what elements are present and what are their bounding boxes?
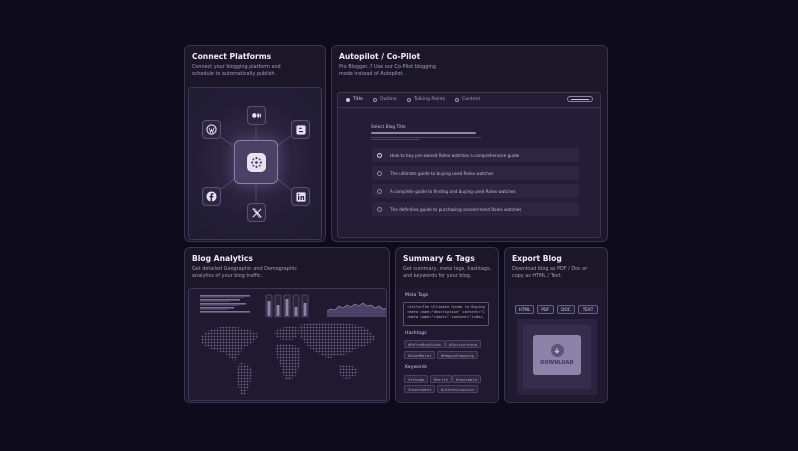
card-description: Download blog as PDF / Doc or copy as HT…	[512, 266, 588, 279]
download-icon	[550, 344, 564, 357]
analytics-panel	[188, 288, 387, 401]
radio-icon	[377, 170, 382, 176]
meta-tags-code[interactable]: <title>The Ultimate Guide to Buying <met…	[403, 302, 489, 326]
card-title: Autopilot / Co-Pilot	[339, 52, 421, 61]
hashtags-label: Hashtags	[405, 331, 427, 336]
format-text-button[interactable]: TEXT	[578, 305, 598, 314]
format-html-button[interactable]: HTML	[515, 305, 534, 314]
tab-dot-icon	[455, 97, 459, 102]
keywords-label: Keywords	[405, 365, 428, 370]
keyword-chip[interactable]: Investment	[404, 385, 436, 393]
medium-icon[interactable]	[247, 106, 266, 125]
autopilot-card: Autopilot / Co-Pilot Pro Blogger..? Use …	[331, 45, 608, 242]
hashtag-chip[interactable]: #UsedRolex	[404, 351, 436, 359]
meta-tags-label: Meta Tags	[405, 293, 429, 298]
card-title: Export Blog	[512, 254, 562, 263]
radio-icon	[377, 152, 382, 158]
world-map	[200, 322, 375, 396]
radio-icon	[377, 188, 382, 194]
keyword-chip[interactable]: Vintage	[404, 375, 429, 383]
facebook-icon[interactable]	[202, 187, 221, 206]
app-logo-hub	[234, 140, 278, 184]
copilot-editor-panel: Title Outline Talking Points Content Sel…	[337, 92, 601, 238]
connect-platforms-card: Connect Platforms Connect your blogging …	[184, 45, 326, 242]
card-description: Pro Blogger..? Use our Co-Pilot blogging…	[339, 64, 436, 77]
tab-talking-points[interactable]: Talking Points	[407, 97, 445, 102]
linkedin-icon[interactable]	[291, 187, 310, 206]
demographic-bars	[200, 295, 250, 313]
platforms-panel	[188, 87, 322, 240]
blog-analytics-card: Blog Analytics Get detailed Geographic a…	[184, 247, 390, 403]
hashtag-chip[interactable]: #RolexBuyGuide	[404, 340, 445, 348]
keyword-chip[interactable]: Reputable	[452, 375, 482, 383]
x-icon[interactable]	[247, 203, 266, 222]
card-title: Connect Platforms	[192, 52, 272, 61]
tab-outline[interactable]: Outline	[373, 97, 397, 102]
traffic-area-chart	[327, 302, 386, 317]
summary-tags-card: Summary & Tags Get summary, meta tags, h…	[395, 247, 499, 403]
tab-title[interactable]: Title	[346, 97, 363, 102]
brain-logo-icon	[246, 152, 266, 172]
hashtag-chip[interactable]: #Swisschrono	[445, 340, 482, 348]
tab-content[interactable]: Content	[455, 97, 480, 102]
select-title-label: Select Blog Title	[371, 125, 406, 130]
tab-dot-icon	[407, 97, 411, 102]
keyword-chip[interactable]: Authentication	[437, 385, 478, 393]
blogger-icon[interactable]	[291, 120, 310, 139]
wordpress-icon[interactable]	[202, 120, 221, 139]
hashtag-chip[interactable]: #HappyShopping	[437, 351, 478, 359]
label-underline-tiny	[371, 139, 419, 140]
title-option[interactable]: A complete guide to finding and buying u…	[372, 184, 579, 198]
card-title: Summary & Tags	[403, 254, 475, 263]
export-blog-card: Export Blog Download blog as PDF / Doc o…	[504, 247, 608, 403]
step-tabs: Title Outline Talking Points Content	[338, 93, 600, 108]
download-area: DOWNLOAD	[517, 319, 597, 395]
download-button[interactable]: DOWNLOAD	[533, 335, 581, 375]
tab-dot-icon	[346, 97, 350, 102]
card-title: Blog Analytics	[192, 254, 253, 263]
card-description: Get detailed Geographic and Demographic …	[192, 266, 298, 279]
card-description: Connect your blogging platform and sched…	[192, 64, 281, 77]
format-pdf-button[interactable]: PDF	[537, 305, 554, 314]
title-option[interactable]: The definitive guide to purchasing secon…	[372, 202, 579, 216]
label-underline-short	[371, 137, 481, 138]
radio-icon	[377, 206, 382, 212]
generate-button[interactable]	[567, 96, 593, 102]
card-description: Get summary, meta tags, hashtags, and ke…	[403, 266, 492, 279]
title-option[interactable]: How to buy pre-owned Rolex watches a com…	[372, 148, 579, 162]
traffic-column-chart	[265, 294, 309, 318]
format-doc-button[interactable]: DOC	[557, 305, 575, 314]
download-area-inner: DOWNLOAD	[523, 325, 591, 389]
tab-dot-icon	[373, 97, 377, 102]
keyword-chip[interactable]: Rarity	[430, 375, 453, 383]
download-label: DOWNLOAD	[540, 361, 574, 366]
title-option[interactable]: The ultimate guide to buying used Rolex …	[372, 166, 579, 180]
label-underline	[371, 132, 476, 134]
